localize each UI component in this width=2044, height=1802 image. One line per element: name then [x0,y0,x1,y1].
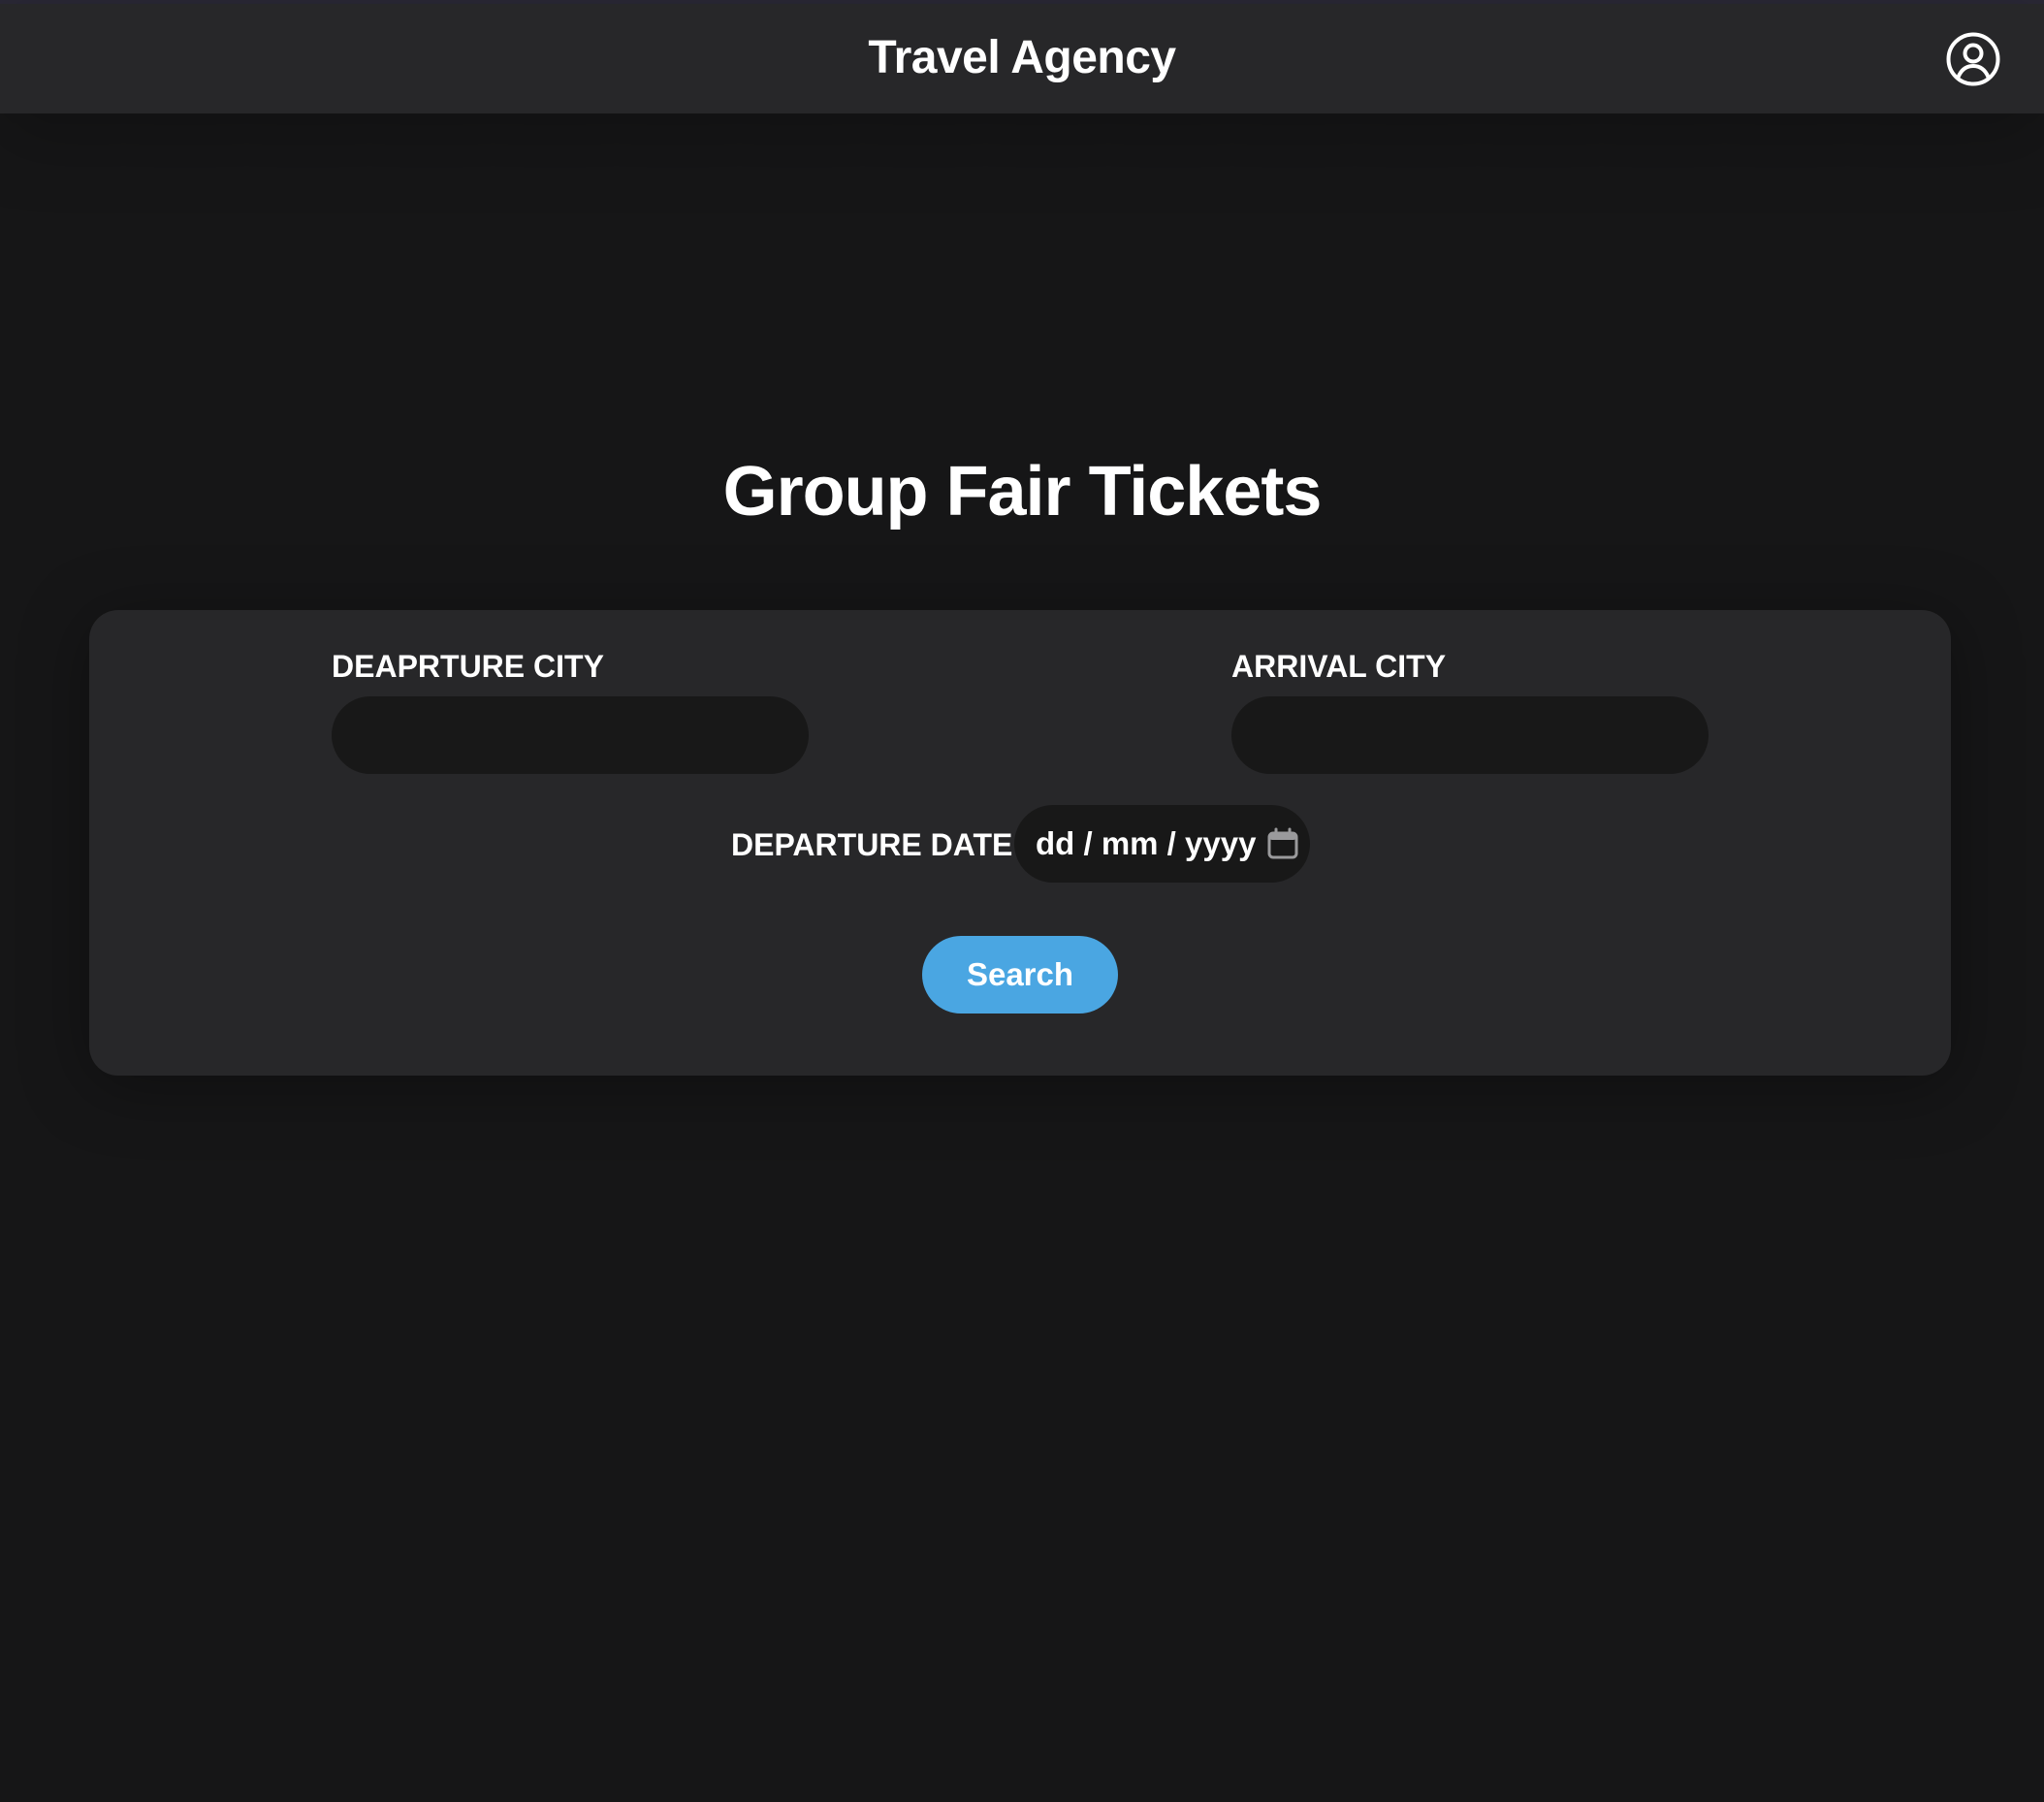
departure-city-input[interactable] [332,696,809,774]
app-header: Travel Agency [0,4,2044,113]
page-title: Group Fair Tickets [722,453,1323,531]
user-circle-icon [1945,31,2001,87]
calendar-icon[interactable] [1267,827,1298,860]
account-button[interactable] [1945,31,2001,87]
search-card: DEAPRTURE CITY ARRIVAL CITY DEPARTURE DA… [89,610,1951,1076]
page: Travel Agency Group Fair Tickets DEAPRTU… [0,0,2044,1802]
date-placeholder: dd / mm / yyyy [1036,825,1257,861]
app-title: Travel Agency [868,32,1176,83]
arrival-city-input[interactable] [1231,696,1709,774]
search-button[interactable]: Search [922,936,1118,1014]
departure-date-label: DEPARTURE DATE [731,827,1013,862]
arrival-city-label: ARRIVAL CITY [1231,649,1447,684]
departure-city-label: DEAPRTURE CITY [332,649,604,684]
departure-date-input[interactable]: dd / mm / yyyy [1014,805,1310,883]
